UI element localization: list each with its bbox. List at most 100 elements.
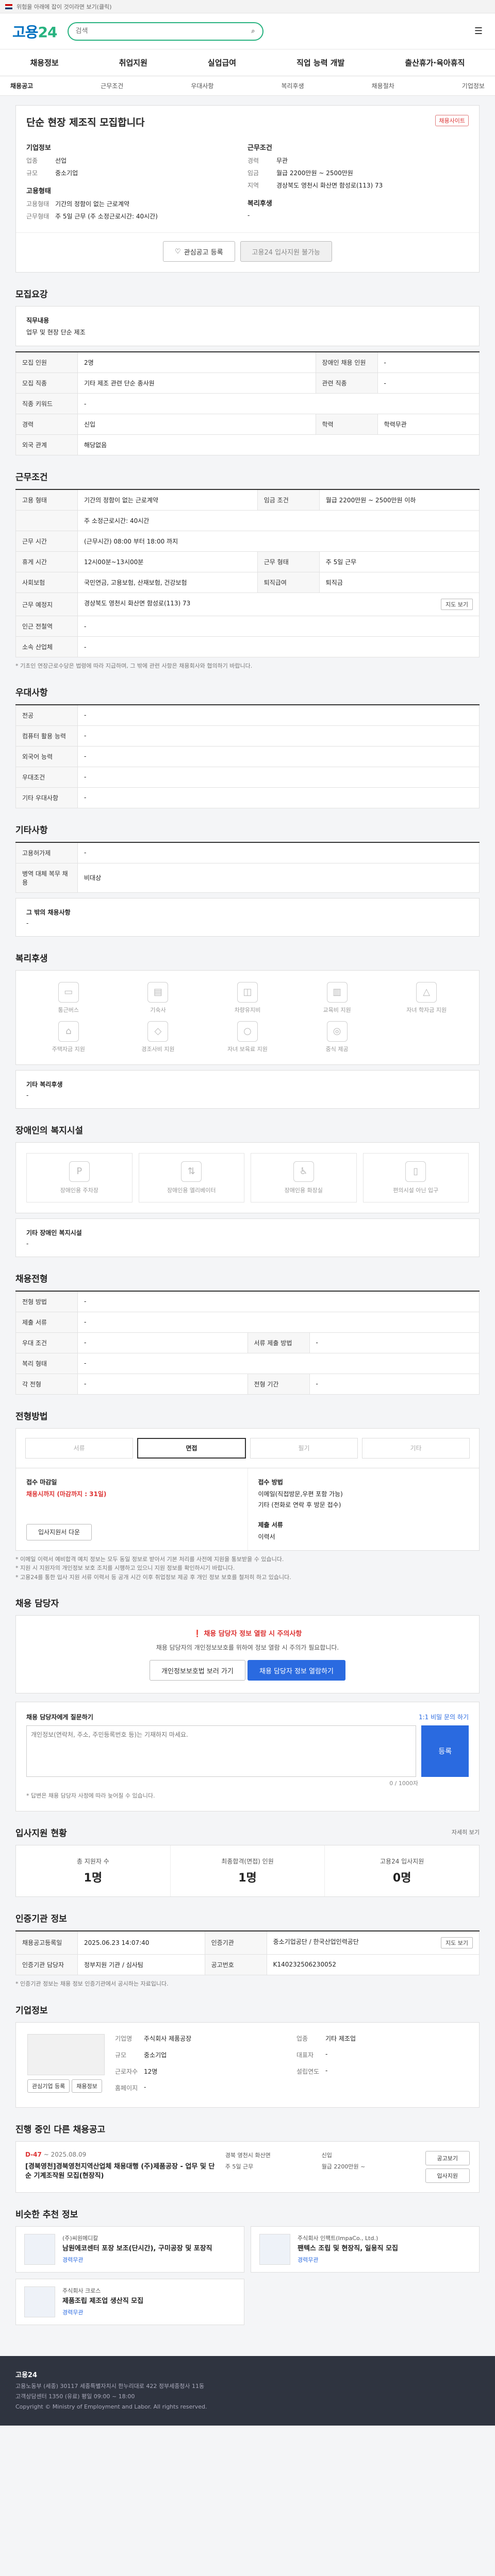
site-logo[interactable]: 고용24	[12, 21, 57, 42]
tab-recruit[interactable]: 채용공고	[10, 81, 33, 90]
section-tabs: 채용공고 근무조건 우대사항 복리후생 채용절차 기업정보	[0, 76, 495, 96]
welfare-item: ○ 자녀 보육료 지원	[206, 1021, 289, 1053]
privacy-law-button[interactable]: 개인정보보호법 보러 가기	[150, 1660, 245, 1681]
similar-card[interactable]: 주식회사 인팩트(ImpaCo., Ltd.) 팬텍스 조립 및 현장직, 일용직…	[251, 2226, 480, 2273]
hire-label: 근무형태	[26, 213, 50, 220]
question-submit-button[interactable]: 등록	[421, 1725, 469, 1777]
tab-welfare[interactable]: 복리후생	[281, 81, 304, 90]
heart-icon: ♡	[174, 247, 181, 256]
company-row: 규모 중소기업	[115, 2051, 167, 2059]
status-stats: 총 지원자 수 1명 최종합격(면접) 인원 1명 고용24 입사지원 0명	[15, 1844, 480, 1897]
nav-item-jobs[interactable]: 채용정보	[30, 57, 59, 68]
favorite-company-button[interactable]: 관심기업 등록	[27, 2079, 70, 2093]
tab-process[interactable]: 채용절차	[372, 81, 394, 90]
footer-line: Copyright © Ministry of Employment and L…	[15, 2403, 207, 2410]
section-title: 채용전형	[15, 1274, 48, 1284]
similar-card[interactable]: (주)씨원메디칼 남원에코센터 포장 보조(단시간), 구미공장 및 포장직 경력무…	[15, 2226, 244, 2273]
company-label: 업종	[26, 157, 38, 164]
graduation-icon: △	[416, 981, 437, 1003]
step-item: 서류	[25, 1437, 133, 1459]
selection-section: 채용전형 전형 방법 - 제출 서류 - 우대 조건 - 서류 제출 방법 - 복리 형태…	[15, 1272, 480, 1395]
step-item-active: 면접	[137, 1437, 246, 1459]
search-icon[interactable]: ⌕	[251, 27, 255, 35]
gift-icon: ◇	[147, 1021, 169, 1042]
apply-info: 접수 마감일 채용시까지 (마감까지 : 31일) 입사지원서 다운 접수 방법…	[15, 1468, 480, 1551]
step-item: 기타	[362, 1437, 470, 1459]
job-title: 단순 현장 제조직 모집합니다	[26, 117, 145, 128]
favorite-button[interactable]: ♡ 관심공고 등록	[162, 241, 235, 262]
posting-title[interactable]: [경북영천]경북영천지역산업체 채용대행 (주)제품공장 - 업무 및 단순 기…	[25, 2162, 215, 2181]
warning-icon: ❗	[193, 1630, 202, 1638]
bus-icon: ▭	[58, 981, 79, 1003]
job-content-label: 직무내용	[26, 317, 50, 324]
welfare-group-title: 복리후생	[248, 200, 272, 208]
table-row: 인증기관 담당자 정부지원 기관 / 심사팀 공고번호 K14023250623005…	[15, 1954, 480, 1975]
company-value: 선업	[55, 157, 67, 164]
nav-item-support[interactable]: 취업지원	[119, 57, 147, 68]
apply-button[interactable]: 고용24 입사지원 불가능	[240, 241, 332, 262]
nav-item-unemployment[interactable]: 실업급여	[208, 57, 236, 68]
section-title: 기타사항	[15, 825, 48, 836]
tab-company[interactable]: 기업정보	[462, 81, 485, 90]
menu-icon[interactable]: ☰	[474, 26, 483, 37]
method-value: 기타 (전화로 연락 후 방문 접수)	[258, 1501, 341, 1509]
map-button[interactable]: 지도 보기	[441, 599, 473, 610]
disability-item: ⇅ 장애인용 엘리베이터	[138, 1153, 244, 1202]
company-section: 기업정보 관심기업 등록 채용정보 기업명 주식회사 제품공장 업종 기타 제조업 …	[15, 2003, 480, 2108]
disability-item: ▯ 편의시설 아닌 입구	[362, 1153, 469, 1202]
bed-icon: ▤	[147, 981, 169, 1003]
welfare-grid: ▭ 통근버스 ▤ 기숙사 ◫ 차량유지비 ▥ 교육비 지원 △ 자녀 학자금 지원 ⌂ 주택…	[15, 970, 480, 1065]
search-input[interactable]	[75, 27, 252, 35]
welfare-item: ▥ 교육비 지원	[296, 981, 378, 1014]
work-note: * 기초인 연장근로수당은 법령에 따라 지급하며, 그 밖에 관련 사항은 채…	[15, 663, 253, 669]
posting-card[interactable]: D-47 ~ 2025.08.09 [경북영천]경북영천지역산업체 채용대행 (…	[15, 2141, 480, 2193]
table-row: 모집 직종 기타 제조 관련 단순 종사원 관련 직종 -	[15, 372, 480, 394]
tab-pref[interactable]: 우대사항	[191, 81, 213, 90]
form-label: 제출 서류	[258, 1521, 283, 1529]
contact-desc: 채용 담당자의 개인정보보호를 위하여 정보 열람 시 주의가 필요합니다.	[156, 1644, 339, 1652]
table-row: 경력 신입 학력 학력무관	[15, 414, 480, 435]
welfare-other-value: -	[26, 1091, 29, 1099]
table-row: 제출 서류 -	[15, 1311, 480, 1333]
nav-item-leave[interactable]: 출산휴가·육아휴직	[405, 57, 465, 68]
company-jobs-button[interactable]: 채용정보	[72, 2079, 102, 2093]
view-contact-button[interactable]: 채용 담당자 정보 열람하기	[248, 1660, 345, 1681]
info-map-button[interactable]: 지도 보기	[441, 1937, 473, 1948]
work-table: 고용 형태 기간의 정함이 없는 근로계약 임금 조건 월급 2200만원 ~ 250…	[15, 489, 480, 657]
table-row: 주 소정근로시간: 40시간	[15, 510, 480, 531]
question-input[interactable]	[26, 1725, 417, 1777]
info-section: 인증기관 정보 채용공고등록일 2025.06.23 14:07:40 인증기관 중소…	[15, 1911, 480, 1989]
cond-label: 경력	[248, 157, 259, 164]
table-row: 고용 형태 기간의 정함이 없는 근로계약 임금 조건 월급 2200만원 ~ 250…	[15, 489, 480, 511]
welfare-item: ◇ 경조사비 지원	[117, 1021, 200, 1053]
private-question-link[interactable]: 1:1 비밀 문의 하기	[419, 1713, 469, 1721]
company-card: 관심기업 등록 채용정보 기업명 주식회사 제품공장 업종 기타 제조업 규모 중소기…	[15, 2022, 480, 2108]
search-box: ⌕	[67, 22, 263, 41]
top-notice-text[interactable]: 위험을 아래에 잡이 것이라면 보기(클릭)	[16, 3, 112, 11]
company-logo	[27, 2033, 105, 2075]
view-posting-button[interactable]: 공고보기	[425, 2150, 470, 2165]
section-title: 우대사항	[15, 687, 48, 698]
qa-note: * 답변은 채용 담당자 사정에 따라 늦어질 수 있습니다.	[26, 1792, 155, 1800]
company-group-title: 기업정보	[26, 144, 51, 152]
apply-posting-button[interactable]: 입사지원	[425, 2168, 470, 2183]
disability-item: P 장애인용 주차장	[26, 1153, 133, 1202]
download-form-button[interactable]: 입사지원서 다운	[26, 1523, 92, 1540]
table-row: 전공 -	[15, 704, 480, 726]
contact-section: 채용 담당자 ❗ 채용 담당자 정보 열람 시 주의사항 채용 담당자의 개인정…	[15, 1596, 480, 1811]
cond-label: 지역	[248, 182, 259, 189]
pref-table: 전공 - 컴퓨터 활용 능력 - 외국어 능력 - 우대조건 - 기타 우대사항 -	[15, 704, 480, 808]
section-title: 채용 담당자	[15, 1599, 59, 1609]
company-row: 업종 기타 제조업	[296, 2035, 356, 2042]
disab-other-value: -	[26, 1240, 29, 1247]
similar-card[interactable]: 주식회사 크로스 제품조립 제조업 생산직 모집 경력무관	[15, 2278, 244, 2325]
nav-item-training[interactable]: 직업 능력 개발	[296, 57, 344, 68]
company-label: 규모	[26, 170, 38, 177]
other-postings-section: 진행 중인 다른 채용공고 D-47 ~ 2025.08.09 [경북영천]경북…	[15, 2122, 480, 2193]
company-row: 대표자 -	[296, 2050, 328, 2059]
job-badge: 채용사이트	[435, 115, 469, 126]
status-more-link[interactable]: 자세히 보기	[452, 1828, 480, 1836]
tab-work[interactable]: 근무조건	[101, 81, 123, 90]
info-note: * 인증기관 정보는 채용 정보 인증기관에서 공시하는 자료입니다.	[15, 1980, 169, 1987]
table-row: 채용공고등록일 2025.06.23 14:07:40 인증기관 중소기업공단 / 한…	[15, 1930, 480, 1955]
